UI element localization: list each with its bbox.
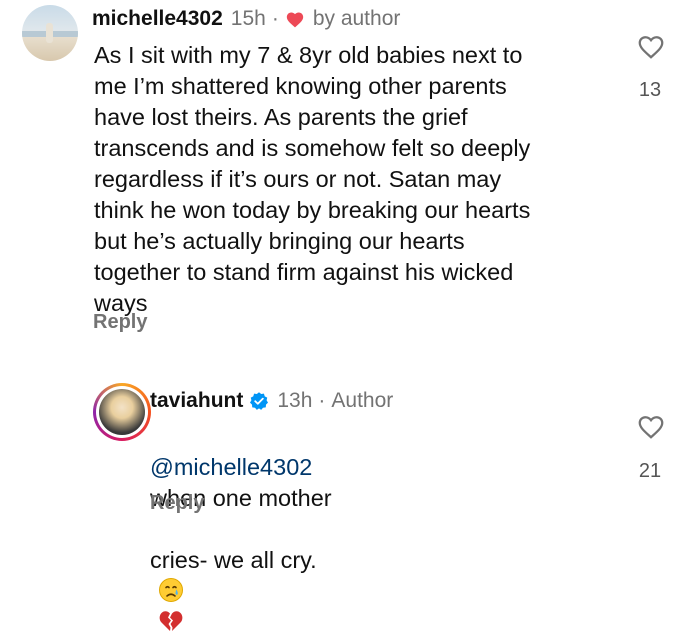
like-heart-icon[interactable] [636,32,666,60]
separator: · [271,7,279,30]
verified-badge-icon [250,392,269,410]
author-liked-heart-icon [286,12,303,28]
like-count: 21 [638,460,662,482]
crying-face-emoji-icon [159,578,183,602]
reply-button[interactable]: Reply [150,492,204,515]
username[interactable]: michelle4302 [92,6,223,32]
avatar [99,389,145,435]
comment-text: As I sit with my 7 & 8yr old babies next… [94,42,531,316]
avatar[interactable] [22,5,78,61]
mention-link[interactable]: @michelle4302 [150,454,312,480]
separator: · [318,389,326,412]
comment-header: michelle4302 15h · by author [92,6,400,32]
broken-heart-emoji-icon [159,611,183,631]
comment-time: 13h [277,389,313,412]
reply-button[interactable]: Reply [93,311,147,334]
comment-header: taviahunt 13h · Author [150,388,393,414]
author-label: Author [331,389,394,412]
like-heart-icon[interactable] [636,412,666,440]
username[interactable]: taviahunt [150,388,243,414]
like-count: 13 [638,79,662,101]
avatar-story-ring[interactable] [93,383,151,441]
comment-text: @michelle4302 when one mother cries- we … [150,421,332,638]
liked-by-author-label: by author [312,7,401,30]
comment-text-line2: cries- we all cry. [150,547,317,573]
comment-time: 15h [230,7,266,30]
